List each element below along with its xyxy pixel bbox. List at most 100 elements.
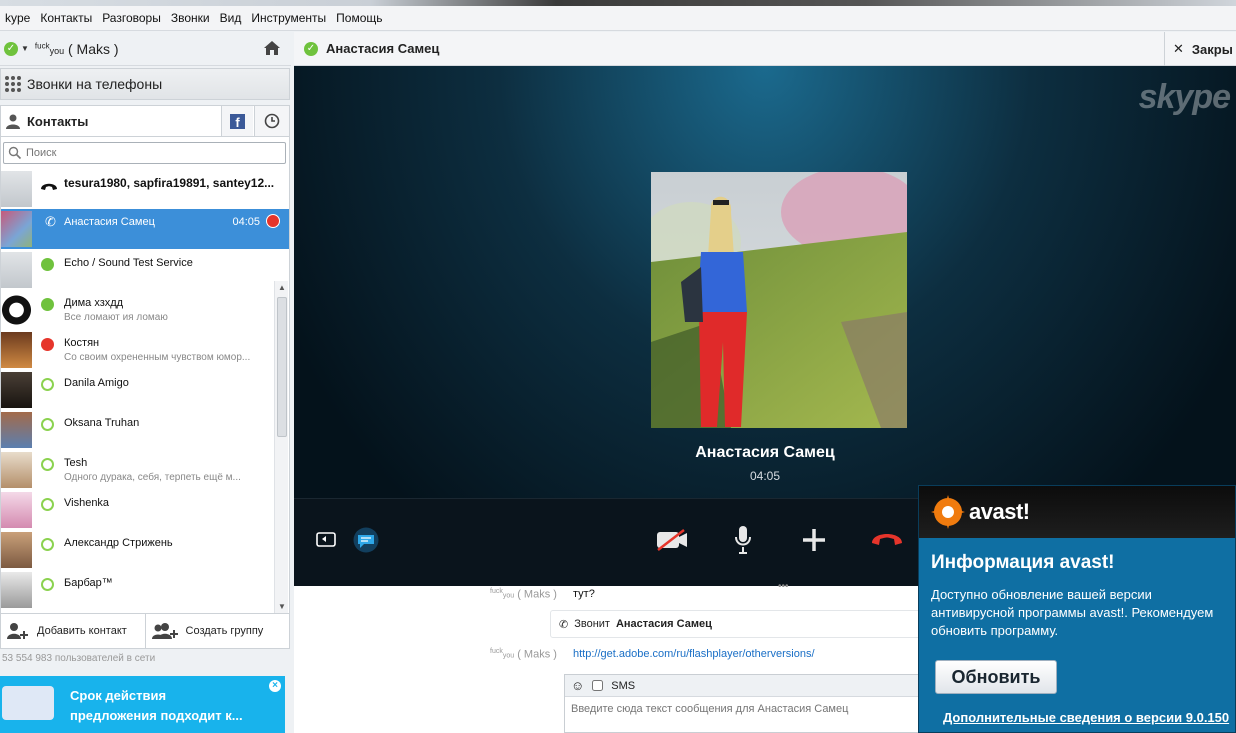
busy-status-icon [41,338,54,351]
contact-name: Дима хзхдд [64,297,124,309]
update-button[interactable]: Обновить [935,660,1057,694]
contact-name: Echo / Sound Test Service [64,257,193,269]
composer-toolbar: ☺ SMS [565,675,963,697]
contact-name: tesura1980, sapfira19891, santey12... [64,176,275,190]
skype-logo: skype [1138,78,1231,116]
contact-name: Tesh [64,457,88,469]
call-phones-button[interactable]: Звонки на телефоны [0,68,290,100]
message-link[interactable]: http://get.adobe.com/ru/flashplayer/othe… [573,648,815,660]
close-icon[interactable]: × [269,680,281,692]
list-item[interactable]: Echo / Sound Test Service [1,250,274,290]
message-text: тут? [573,588,595,600]
offline-status-icon [41,498,54,511]
avast-description: Доступно обновление вашей версии антивир… [931,587,1214,638]
person-icon [6,114,20,129]
create-group-button[interactable]: Создать группу [144,614,290,648]
sms-checkbox[interactable] [592,680,604,691]
menu-tools[interactable]: Инструменты [246,11,331,25]
list-item[interactable]: Дима хзхдд Все ломают ия ломаю [1,290,274,330]
video-off-icon[interactable] [656,528,688,552]
tab-contacts[interactable]: Контакты [27,114,88,129]
profile-row[interactable]: ✓ ▼ fuckyou ( Maks ) [0,32,291,66]
profile-name[interactable]: fuckyou ( Maks ) [35,41,119,57]
emoticon-icon[interactable]: ☺ [571,678,584,693]
contact-name: Александр Стрижень [64,537,173,549]
search-icon [8,146,22,160]
message-sender: fuckyou ( Maks ) [490,588,557,601]
list-item[interactable]: Vishenka [1,490,274,530]
contact-mood: Одного дурака, себя, терпеть ещё м... [64,472,241,483]
contact-mood: Со своим охрененным чувством юмор... [64,352,251,363]
create-group-label: Создать группу [185,625,264,637]
clock-icon [264,113,280,129]
conversation-header: ✓ Анастасия Самец ✕ Закры [294,32,1236,66]
online-users-count: 53 554 983 пользователей в сети [2,653,156,664]
hang-up-icon[interactable] [266,214,280,228]
sms-label: SMS [611,679,636,692]
search-area [0,137,290,169]
search-box[interactable] [3,142,286,164]
menu-help[interactable]: Помощь [331,11,387,25]
list-item[interactable]: Oksana Truhan [1,410,274,450]
avatar [1,572,32,608]
promo-banner[interactable]: Срок действия предложения подходит к... … [0,676,285,733]
contact-name: Костян [64,337,100,349]
menu-calls[interactable]: Звонки [166,11,215,25]
dialpad-icon [5,76,21,92]
avatar [1,211,32,247]
drag-handle-icon[interactable]: ••• [778,581,789,592]
call-phones-label: Звонки на телефоны [27,76,163,92]
search-input[interactable] [26,147,266,159]
avast-version-link[interactable]: Дополнительные сведения о версии 9.0.150 [943,710,1229,725]
scroll-down-icon[interactable]: ▼ [278,602,286,611]
online-status-icon [41,298,54,311]
list-item[interactable]: Барбар™ [1,570,274,610]
list-item[interactable]: Костян Со своим охрененным чувством юмор… [1,330,274,370]
avast-popup: avast! Информация avast! Доступно обновл… [918,485,1236,733]
offline-status-icon [41,418,54,431]
fullscreen-icon[interactable] [316,531,336,549]
list-item[interactable]: Tesh Одного дурака, себя, терпеть ещё м.… [1,450,274,490]
avast-header: avast! [919,486,1235,538]
menu-contacts[interactable]: Контакты [35,11,97,25]
contact-list: tesura1980, sapfira19891, santey12... ✆ … [0,169,290,613]
home-icon[interactable] [263,40,281,56]
list-item[interactable]: tesura1980, sapfira19891, santey12... [1,169,274,209]
avatar [1,532,32,568]
tab-facebook[interactable]: f [221,106,253,136]
avatar [1,171,32,207]
add-contact-button[interactable]: Добавить контакт [1,614,145,648]
offline-status-icon [41,458,54,471]
offline-status-icon [41,378,54,391]
menu-bar: kype Контакты Разговоры Звонки Вид Инстр… [0,6,1236,31]
scroll-up-icon[interactable]: ▲ [278,283,286,292]
plus-icon[interactable] [801,527,827,553]
contact-name: Oksana Truhan [64,417,140,429]
microphone-icon[interactable] [734,525,752,555]
menu-skype[interactable]: kype [0,11,35,25]
list-item[interactable]: Danila Amigo [1,370,274,410]
avast-logo-icon [931,495,965,529]
add-person-icon [7,623,28,639]
offline-status-icon [41,578,54,591]
chat-bubble-icon[interactable] [352,527,380,553]
avatar [1,372,32,408]
avatar [1,412,32,448]
contact-list-scrollbar[interactable]: ▲ ▼ [274,281,288,613]
menu-conversations[interactable]: Разговоры [97,11,166,25]
list-item-active-call[interactable]: ✆ Анастасия Самец 04:05 [1,209,289,249]
tab-recent[interactable] [254,106,289,136]
menu-view[interactable]: Вид [215,11,247,25]
contact-name: Vishenka [64,497,110,509]
online-status-icon[interactable]: ✓ [4,41,18,56]
list-item[interactable]: Александр Стрижень [1,530,274,570]
close-conversation-button[interactable]: ✕ Закры [1164,32,1236,66]
avast-title: Информация avast! [931,552,1115,573]
chevron-down-icon[interactable]: ▼ [21,44,29,53]
avatar [1,332,32,368]
online-status-icon: ✓ [304,41,318,56]
contacts-tab-bar: Контакты f [0,105,290,137]
scrollbar-thumb[interactable] [277,297,287,437]
message-input[interactable] [571,703,951,715]
hang-up-icon[interactable] [870,531,904,547]
